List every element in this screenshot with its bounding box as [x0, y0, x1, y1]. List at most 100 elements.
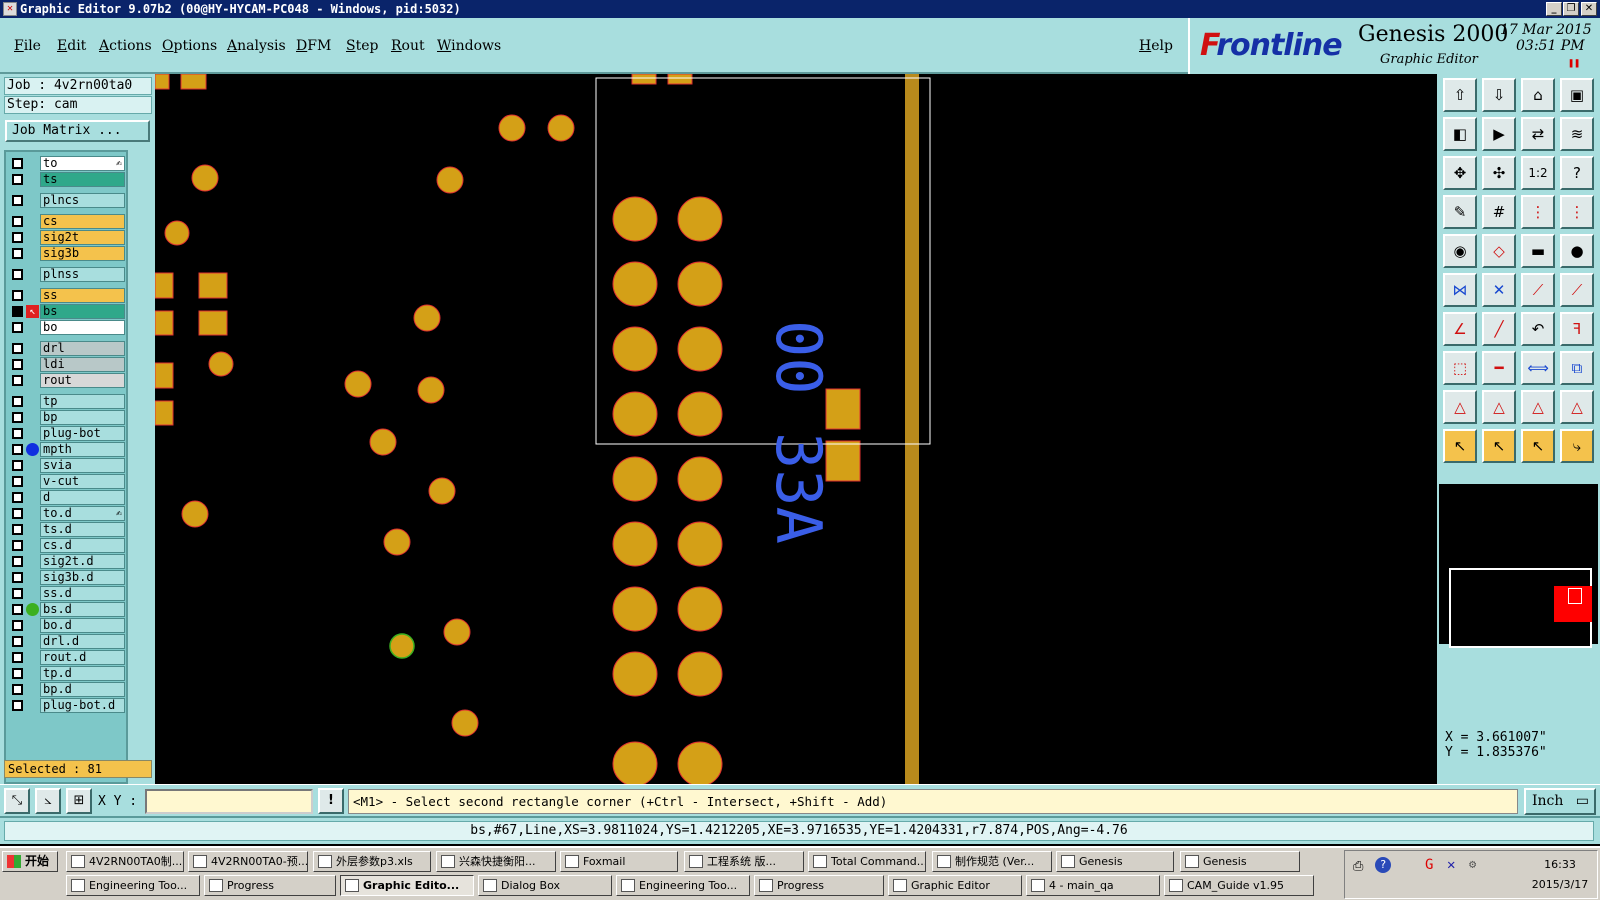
zoom-tool-icon[interactable]: ⤡	[4, 788, 30, 814]
help-icon[interactable]: ?	[1560, 156, 1594, 190]
layer-row-bo[interactable]: bo	[8, 320, 126, 335]
layer-row-to[interactable]: to ✍	[8, 156, 126, 171]
frame-icon[interactable]: ▣	[1560, 78, 1594, 112]
layer-checkbox[interactable]	[12, 700, 23, 711]
layer-checkbox[interactable]	[12, 572, 23, 583]
layer-checkbox[interactable]	[12, 290, 23, 301]
snap-icon[interactable]: ⋮	[1521, 195, 1555, 229]
minimap[interactable]	[1449, 568, 1592, 648]
layer-checkbox[interactable]	[12, 652, 23, 663]
layer-row-plncs[interactable]: plncs	[8, 193, 126, 208]
layer-checkbox[interactable]	[12, 322, 23, 333]
layer-checkbox[interactable]	[12, 588, 23, 599]
center-icon[interactable]: ✣	[1482, 156, 1516, 190]
layer-checkbox[interactable]	[12, 508, 23, 519]
taskbar-item[interactable]: Graphic Edito...	[340, 875, 474, 896]
layer-row-mpth[interactable]: mpth	[8, 442, 126, 457]
menu-analysis[interactable]: Analysis	[227, 38, 286, 54]
undo-icon[interactable]: ↶	[1521, 312, 1555, 346]
smt-pad[interactable]	[612, 521, 658, 567]
layer-checkbox[interactable]	[12, 232, 23, 243]
grid-icon[interactable]: #	[1482, 195, 1516, 229]
taskbar-item[interactable]: 4 - main_qa	[1026, 875, 1160, 896]
via-pad[interactable]	[369, 428, 397, 456]
resize-icon[interactable]: ⟺	[1521, 351, 1555, 385]
dot-icon[interactable]: ●	[1560, 234, 1594, 268]
layer-row-rout[interactable]: rout	[8, 373, 126, 388]
rect-pad[interactable]	[155, 272, 174, 299]
smt-pad[interactable]	[612, 741, 658, 784]
taskbar-item[interactable]: 外层参数p3.xls	[313, 851, 431, 872]
select2-icon[interactable]: ↖	[1482, 429, 1516, 463]
line2-icon[interactable]: ⟋	[1560, 273, 1594, 307]
layer-checkbox[interactable]	[12, 684, 23, 695]
via-pad[interactable]	[413, 304, 441, 332]
measure-icon[interactable]: ✎	[1443, 195, 1477, 229]
layer-row-plug-bot[interactable]: plug-bot	[8, 426, 126, 441]
ruler-icon[interactable]: ▬	[1521, 234, 1555, 268]
line-icon[interactable]: ⟋	[1521, 273, 1555, 307]
layer-checkbox[interactable]	[12, 668, 23, 679]
layer-row-ss[interactable]: ss	[8, 288, 126, 303]
menu-actions[interactable]: Actions	[99, 38, 152, 54]
smt-pad[interactable]	[677, 196, 723, 242]
clock[interactable]: 16:33 2015/3/17	[1525, 855, 1595, 895]
via-pad[interactable]	[498, 114, 526, 142]
smt-pad[interactable]	[677, 521, 723, 567]
minimize-button[interactable]: _	[1546, 2, 1562, 16]
layer-row-ldi[interactable]: ldi	[8, 357, 126, 372]
rect-pad[interactable]	[667, 74, 693, 85]
start-button[interactable]: 开始	[2, 851, 58, 872]
cross-icon[interactable]: ✕	[1482, 273, 1516, 307]
close-button[interactable]: ✕	[1581, 2, 1597, 16]
via-pad[interactable]	[208, 351, 234, 377]
layer-row-tp[interactable]: tp	[8, 394, 126, 409]
layer-checkbox[interactable]	[12, 396, 23, 407]
smt-pad[interactable]	[612, 261, 658, 307]
layer-checkbox[interactable]	[12, 375, 23, 386]
move-icon[interactable]: ⬚	[1443, 351, 1477, 385]
via-pad[interactable]	[191, 164, 219, 192]
snap2-icon[interactable]: ⋮	[1560, 195, 1594, 229]
layer-row-drl.d[interactable]: drl.d	[8, 634, 126, 649]
taskbar-item[interactable]: 工程系统 版...	[684, 851, 804, 872]
smt-pad[interactable]	[612, 326, 658, 372]
rect-pad[interactable]	[180, 74, 207, 90]
menu-rout[interactable]: Rout	[391, 38, 425, 54]
taskbar-item[interactable]: Genesis	[1180, 851, 1300, 872]
layer-row-plnss[interactable]: plnss	[8, 267, 126, 282]
next-icon[interactable]: ▶	[1482, 117, 1516, 151]
layer-row-bs.d[interactable]: bs.d	[8, 602, 126, 617]
layer-row-v-cut[interactable]: v-cut	[8, 474, 126, 489]
fit-icon[interactable]: ✥	[1443, 156, 1477, 190]
menu-windows[interactable]: Windows	[437, 38, 501, 54]
copper-trace[interactable]	[905, 74, 919, 784]
via-pad[interactable]	[383, 528, 411, 556]
smt-pad[interactable]	[612, 196, 658, 242]
layer-row-cs[interactable]: cs	[8, 214, 126, 229]
taskbar-item[interactable]: 制作规范 (Ver...	[932, 851, 1052, 872]
grid-toggle-icon[interactable]: ⊞	[66, 788, 92, 814]
via-pad[interactable]	[417, 376, 445, 404]
home-icon[interactable]: ⌂	[1521, 78, 1555, 112]
slash-icon[interactable]: ╱	[1482, 312, 1516, 346]
restore-button[interactable]: ❐	[1563, 2, 1579, 16]
route-icon[interactable]: ⤷	[1560, 429, 1594, 463]
menu-options[interactable]: Options	[162, 38, 217, 54]
ff-icon[interactable]: ꟻ	[1560, 312, 1594, 346]
layer-checkbox[interactable]	[12, 359, 23, 370]
layer-row-rout.d[interactable]: rout.d	[8, 650, 126, 665]
menu-file[interactable]: File	[14, 38, 41, 54]
smt-pad[interactable]	[677, 741, 723, 784]
swap-icon[interactable]: ⇄	[1521, 117, 1555, 151]
menu-step[interactable]: Step	[346, 38, 378, 54]
layer-row-to.d[interactable]: to.d ✍	[8, 506, 126, 521]
layer-row-bo.d[interactable]: bo.d	[8, 618, 126, 633]
select3-icon[interactable]: ↖	[1521, 429, 1555, 463]
layer-checkbox[interactable]	[12, 636, 23, 647]
via-pad-highlight[interactable]	[389, 633, 415, 659]
menu-dfm[interactable]: DFM	[296, 38, 331, 54]
ratio-icon[interactable]: 1:2	[1521, 156, 1555, 190]
via-pad[interactable]	[164, 220, 190, 246]
layer-row-plug-bot.d[interactable]: plug-bot.d	[8, 698, 126, 713]
